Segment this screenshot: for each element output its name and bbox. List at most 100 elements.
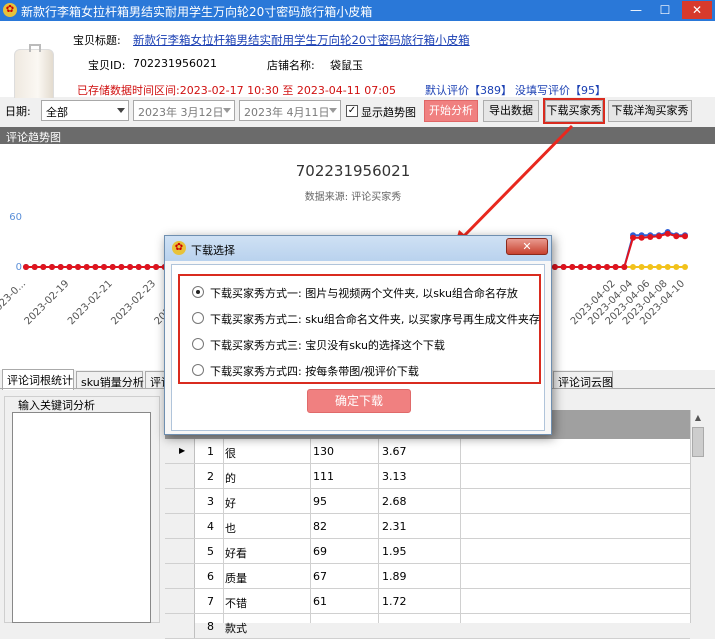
data-point	[109, 264, 116, 270]
trend-chart-header: 评论趋势图	[0, 127, 715, 144]
toolbar: 日期: 全部 2023年 3月12日 2023年 4月11日 ✓ 显示趋势图 开…	[0, 98, 715, 125]
data-point	[560, 264, 567, 270]
start-date-picker[interactable]: 2023年 3月12日	[133, 100, 235, 121]
product-title-link[interactable]: 新款行李箱女拉杆箱男结实耐用学生万向轮20寸密码旅行箱小皮箱	[133, 32, 470, 48]
export-data-button[interactable]: 导出数据	[483, 100, 539, 122]
shop-label: 店铺名称:	[267, 59, 315, 72]
tab-word-cloud[interactable]: 评论词云图	[553, 371, 613, 389]
download-choice-dialog: ✿ 下载选择 ✕ 下载买家秀方式一: 图片与视频两个文件夹, 以sku组合命名存…	[164, 235, 552, 435]
row-selector[interactable]	[165, 564, 195, 588]
show-trend-checkbox[interactable]: ✓	[346, 105, 358, 117]
cell-count: 111	[313, 470, 334, 483]
row-selector[interactable]	[165, 589, 195, 613]
option-4-label[interactable]: 下载买家秀方式四: 按每条带图/视评价下载	[210, 363, 419, 379]
date-label: 日期:	[5, 105, 31, 118]
row-selector[interactable]	[165, 489, 195, 513]
cell-count: 130	[313, 445, 334, 458]
option-1-radio[interactable]	[192, 286, 204, 298]
option-2-radio[interactable]	[192, 312, 204, 324]
data-point	[664, 230, 671, 237]
data-point	[75, 264, 81, 270]
cell-word: 款式	[225, 622, 247, 635]
close-button[interactable]: ✕	[682, 1, 712, 19]
data-point	[595, 264, 602, 270]
keyword-input[interactable]	[12, 412, 151, 623]
maximize-button[interactable]: ☐	[653, 1, 677, 19]
download-buyer-show-button[interactable]: 下载买家秀	[543, 98, 605, 124]
table-row[interactable]: 6 质量 67 1.89	[165, 564, 690, 589]
dialog-close-button[interactable]: ✕	[506, 238, 548, 255]
data-point	[144, 264, 151, 270]
option-3-label[interactable]: 下载买家秀方式三: 宝贝没有sku的选择这个下载	[210, 337, 445, 353]
minimize-button[interactable]: —	[624, 1, 648, 19]
tab-keyword-stats[interactable]: 评论词根统计	[2, 369, 74, 390]
data-point	[577, 264, 584, 270]
app-icon: ✿	[172, 241, 186, 255]
table-row[interactable]: ▶ 1 很 130 3.67	[165, 439, 690, 464]
id-label: 宝贝ID:	[88, 59, 126, 72]
data-point	[673, 233, 680, 240]
cell-pct: 3.67	[382, 445, 407, 458]
confirm-download-button[interactable]: 确定下载	[307, 389, 411, 413]
data-point	[664, 264, 671, 270]
dialog-titlebar: ✿ 下载选择 ✕	[165, 236, 551, 261]
data-point	[673, 264, 680, 270]
product-id: 702231956021	[133, 57, 217, 70]
window-title: 新款行李箱女拉杆箱男结实耐用学生万向轮20寸密码旅行箱小皮箱	[21, 5, 373, 19]
table-row[interactable]: 4 也 82 2.31	[165, 514, 690, 539]
chevron-down-icon	[223, 108, 231, 113]
data-point	[23, 264, 29, 270]
data-point	[612, 264, 619, 270]
cell-word: 的	[225, 472, 236, 485]
cell-count: 95	[313, 495, 327, 508]
row-selector[interactable]	[165, 539, 195, 563]
dialog-title: 下载选择	[191, 244, 235, 257]
scroll-thumb[interactable]	[692, 427, 704, 457]
shop-name: 袋鼠玉	[330, 59, 363, 72]
option-4-radio[interactable]	[192, 364, 204, 376]
option-2-label[interactable]: 下载买家秀方式二: sku组合命名文件夹, 以买家序号再生成文件夹存放	[210, 311, 540, 327]
table-row[interactable]: 2 的 111 3.13	[165, 464, 690, 489]
keyword-group-title: 输入关键词分析	[16, 397, 97, 413]
option-3-radio[interactable]	[192, 338, 204, 350]
cell-pct: 1.72	[382, 595, 407, 608]
x-tick-label: 2023-02-23	[109, 278, 158, 327]
cell-pct: 1.89	[382, 570, 407, 583]
cell-pct: 2.31	[382, 520, 407, 533]
cell-word: 也	[225, 522, 236, 535]
option-1-label[interactable]: 下载买家秀方式一: 图片与视频两个文件夹, 以sku组合命名存放	[210, 285, 518, 301]
table-scrollbar[interactable]: ▲	[690, 410, 705, 623]
table-row[interactable]: 5 好看 69 1.95	[165, 539, 690, 564]
tab-sku-sales[interactable]: sku销量分析	[76, 371, 144, 389]
row-selector[interactable]	[165, 464, 195, 488]
data-point	[57, 264, 64, 270]
start-date-value: 2023年 3月12日	[138, 106, 224, 119]
cell-count: 61	[313, 595, 327, 608]
data-point	[40, 264, 47, 270]
data-point	[101, 264, 107, 270]
table-row[interactable]: 3 好 95 2.68	[165, 489, 690, 514]
data-point	[647, 264, 654, 270]
cell-count: 69	[313, 545, 327, 558]
scroll-up-icon[interactable]: ▲	[692, 411, 704, 425]
data-point	[682, 233, 688, 240]
date-range-select[interactable]: 全部	[41, 100, 129, 121]
chart-title: 702231956021	[296, 162, 411, 180]
stored-range: 已存储数据时间区间:2023-02-17 10:30 至 2023-04-11 …	[77, 84, 396, 97]
row-selector[interactable]	[165, 614, 195, 638]
download-foreign-buyer-show-button[interactable]: 下载洋淘买家秀	[608, 100, 692, 122]
end-date-picker[interactable]: 2023年 4月11日	[239, 100, 341, 121]
row-selector[interactable]: ▶	[165, 439, 195, 463]
data-point	[604, 264, 610, 270]
title-label: 宝贝标题:	[73, 34, 121, 47]
row-selector[interactable]	[165, 514, 195, 538]
table-row[interactable]: 7 不错 61 1.72	[165, 589, 690, 614]
data-point	[621, 264, 628, 270]
table-row[interactable]: 8 款式	[165, 614, 690, 639]
product-info-panel: 宝贝标题: 新款行李箱女拉杆箱男结实耐用学生万向轮20寸密码旅行箱小皮箱 宝贝I…	[0, 21, 715, 111]
cell-idx: 8	[207, 620, 214, 633]
cell-pct: 3.13	[382, 470, 407, 483]
data-point	[656, 264, 662, 270]
start-analysis-button[interactable]: 开始分析	[424, 100, 478, 122]
cell-idx: 3	[207, 495, 214, 508]
